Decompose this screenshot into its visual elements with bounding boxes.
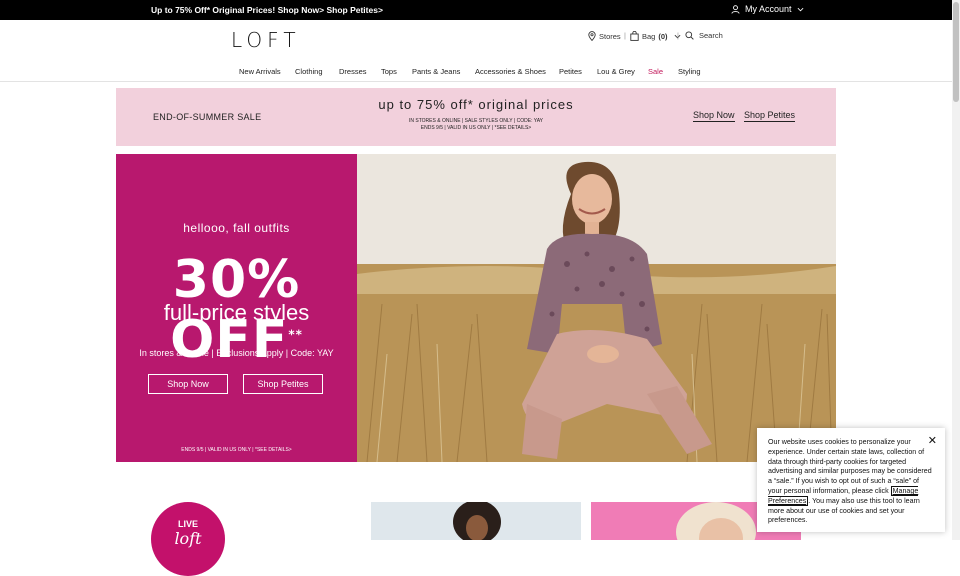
scrollbar-thumb[interactable] bbox=[953, 2, 959, 102]
chevron-down-icon bbox=[797, 7, 803, 11]
sale-banner-see-details[interactable]: ENDS 9/5 | VALID IN US ONLY | *SEE DETAI… bbox=[116, 125, 836, 131]
nav-pants-jeans[interactable]: Pants & Jeans bbox=[412, 67, 460, 76]
search-button[interactable]: Search bbox=[685, 31, 723, 40]
nav-clothing[interactable]: Clothing bbox=[295, 67, 323, 76]
live-loft-badge[interactable]: LIVE loft bbox=[151, 502, 225, 576]
woman-in-field-image bbox=[357, 154, 836, 462]
hero-shop-now-button[interactable]: Shop Now bbox=[148, 374, 228, 394]
nav-tops[interactable]: Tops bbox=[381, 67, 397, 76]
nav-petites[interactable]: Petites bbox=[559, 67, 582, 76]
nav-styling[interactable]: Styling bbox=[678, 67, 701, 76]
my-account-button[interactable]: My Account bbox=[731, 4, 804, 14]
search-icon bbox=[685, 31, 694, 40]
bag-button[interactable]: Bag (0) bbox=[630, 31, 681, 41]
hero-promo-panel: hellooo, fall outfits 30% OFF** full-pri… bbox=[116, 154, 357, 462]
loft-logo[interactable]: LOFT bbox=[231, 28, 301, 52]
stores-label: Stores bbox=[599, 31, 621, 41]
hero-offer-sup: ** bbox=[288, 327, 303, 342]
hero-photo[interactable] bbox=[357, 154, 836, 462]
nav-new-arrivals[interactable]: New Arrivals bbox=[239, 67, 281, 76]
main-nav: New Arrivals Clothing Dresses Tops Pants… bbox=[0, 67, 952, 82]
hero-shop-petites-button[interactable]: Shop Petites bbox=[243, 374, 323, 394]
hero-fine-print[interactable]: ENDS 9/5 | VALID IN US ONLY | *SEE DETAI… bbox=[116, 447, 357, 453]
nav-accessories-shoes[interactable]: Accessories & Shoes bbox=[475, 67, 546, 76]
user-icon bbox=[731, 4, 740, 14]
bag-count: (0) bbox=[658, 31, 668, 41]
sale-shop-petites-link[interactable]: Shop Petites bbox=[744, 110, 796, 122]
location-pin-icon bbox=[588, 31, 596, 41]
divider: | bbox=[677, 31, 679, 40]
search-label: Search bbox=[699, 31, 723, 40]
hero-info: In stores & online | Exclusions apply | … bbox=[139, 348, 334, 358]
stores-link[interactable]: Stores bbox=[588, 31, 621, 41]
promo-text[interactable]: Up to 75% Off* Original Prices! Shop Now… bbox=[151, 5, 383, 15]
my-account-label: My Account bbox=[745, 4, 792, 14]
close-icon[interactable]: ✕ bbox=[928, 436, 937, 447]
nav-sale[interactable]: Sale bbox=[648, 67, 663, 76]
live-script: loft bbox=[174, 529, 202, 548]
hero-subtitle: full-price styles bbox=[163, 300, 310, 325]
bag-icon bbox=[630, 31, 639, 41]
hero-eyebrow: hellooo, fall outfits bbox=[183, 221, 290, 235]
nav-dresses[interactable]: Dresses bbox=[339, 67, 367, 76]
sale-banner[interactable]: END-OF-SUMMER SALE up to 75% off* origin… bbox=[116, 88, 836, 146]
bag-label: Bag bbox=[642, 31, 656, 41]
divider: | bbox=[624, 31, 626, 40]
model-image bbox=[453, 502, 501, 540]
hero-banner: hellooo, fall outfits 30% OFF** full-pri… bbox=[116, 154, 836, 462]
cookie-consent-dialog: ✕ Our website uses cookies to personaliz… bbox=[757, 428, 945, 532]
content-tile-1[interactable] bbox=[371, 502, 581, 540]
nav-lou-grey[interactable]: Lou & Grey bbox=[597, 67, 635, 76]
sale-shop-now-link[interactable]: Shop Now bbox=[693, 110, 735, 122]
live-label: LIVE bbox=[177, 519, 198, 529]
promo-bar: Up to 75% Off* Original Prices! Shop Now… bbox=[0, 0, 952, 20]
scrollbar[interactable] bbox=[952, 0, 960, 540]
